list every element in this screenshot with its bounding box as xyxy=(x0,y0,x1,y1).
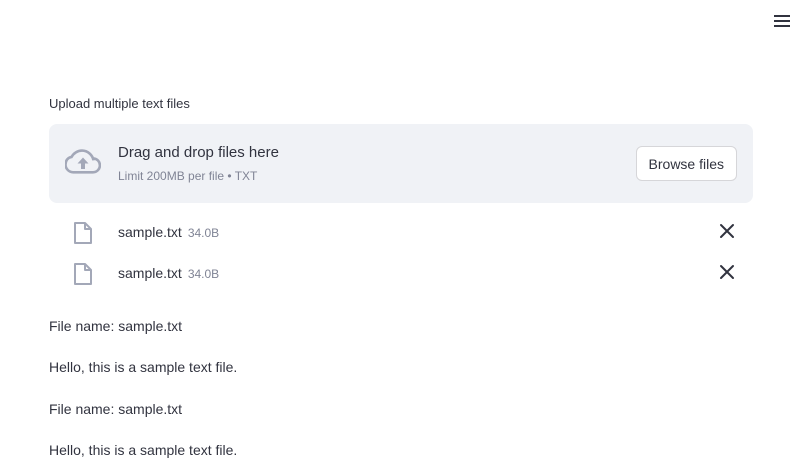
dropzone-limit: Limit 200MB per file • TXT xyxy=(118,169,258,183)
browse-files-button[interactable]: Browse files xyxy=(635,146,737,181)
uploaded-file-list: sample.txt 34.0B sample.txt 34.0B xyxy=(49,211,753,293)
uploaded-file-info: sample.txt 34.0B xyxy=(118,223,219,242)
dropzone-instructions: Drag and drop files here Limit 200MB per… xyxy=(118,143,279,184)
output-file-name: File name: sample.txt xyxy=(49,318,183,334)
app-root: Upload multiple text files Drag and drop… xyxy=(0,0,802,468)
file-name: sample.txt xyxy=(118,265,182,281)
file-size: 34.0B xyxy=(187,267,220,281)
close-icon[interactable] xyxy=(719,223,735,239)
dropzone-title: Drag and drop files here xyxy=(118,144,279,161)
file-icon xyxy=(74,222,92,244)
hamburger-menu-icon xyxy=(774,15,790,27)
uploaded-file-row: sample.txt 34.0B xyxy=(49,252,753,293)
uploaded-file-row: sample.txt 34.0B xyxy=(49,211,753,252)
file-size: 34.0B xyxy=(187,226,220,240)
file-icon xyxy=(74,263,92,285)
cloud-upload-icon xyxy=(65,149,101,174)
uploaded-file-info: sample.txt 34.0B xyxy=(118,264,219,283)
close-icon[interactable] xyxy=(719,264,735,280)
output-file-content: Hello, this is a sample text file. xyxy=(49,442,238,458)
main-menu-button[interactable] xyxy=(772,12,792,30)
file-name: sample.txt xyxy=(118,224,182,240)
uploader-label: Upload multiple text files xyxy=(49,96,190,111)
output-file-name: File name: sample.txt xyxy=(49,401,183,417)
output-file-content: Hello, this is a sample text file. xyxy=(49,359,238,375)
file-dropzone[interactable]: Drag and drop files here Limit 200MB per… xyxy=(49,124,753,203)
main-content: Upload multiple text files Drag and drop… xyxy=(49,96,753,293)
